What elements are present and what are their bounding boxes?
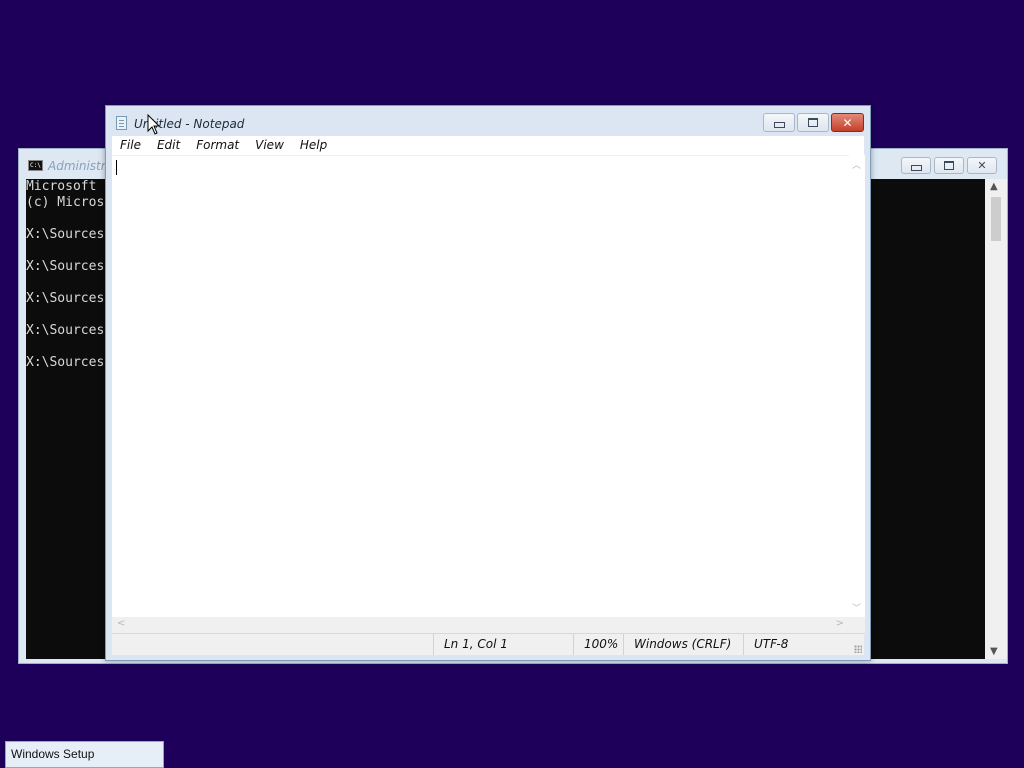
scroll-left-icon[interactable]: < — [117, 618, 125, 629]
scrollbar-corner — [849, 617, 865, 633]
status-line-ending: Windows (CRLF) — [623, 634, 743, 655]
scroll-up-icon[interactable]: ▲ — [990, 181, 998, 192]
status-encoding: UTF-8 — [743, 634, 853, 655]
restore-icon — [808, 118, 818, 127]
menu-file[interactable]: File — [112, 136, 149, 155]
cmd-minimize-button[interactable] — [901, 157, 931, 174]
menu-edit[interactable]: Edit — [149, 136, 188, 155]
close-icon: ✕ — [977, 159, 987, 172]
notepad-horizontal-scrollbar[interactable]: < > — [112, 617, 849, 633]
cmd-icon: C:\ — [28, 160, 43, 171]
cmd-vertical-scrollbar[interactable]: ▲ ▼ — [985, 179, 1007, 659]
cmd-title: Administra — [48, 159, 114, 173]
notepad-minimize-button[interactable] — [763, 113, 795, 132]
cmd-maximize-button[interactable] — [934, 157, 964, 174]
restore-icon — [944, 161, 954, 170]
notepad-vertical-scrollbar[interactable]: ︿ ﹀ — [849, 155, 865, 617]
cmd-window-controls: ✕ — [901, 157, 997, 175]
status-cursor-position: Ln 1, Col 1 — [433, 634, 573, 655]
notepad-window[interactable]: Untitled - Notepad ✕ File Edit Format Vi… — [105, 105, 871, 661]
mouse-pointer-icon — [147, 114, 161, 135]
taskbar-windows-setup-button[interactable]: Windows Setup — [5, 741, 164, 768]
cmd-scroll-thumb[interactable] — [991, 197, 1001, 241]
menu-help[interactable]: Help — [292, 136, 335, 155]
notepad-maximize-button[interactable] — [797, 113, 829, 132]
minimize-icon — [910, 165, 922, 171]
status-zoom: 100% — [573, 634, 623, 655]
minimize-icon — [773, 122, 785, 128]
scroll-down-icon[interactable]: ﹀ — [852, 601, 861, 614]
notepad-icon — [116, 116, 127, 130]
text-caret — [116, 160, 117, 175]
menu-view[interactable]: View — [247, 136, 292, 155]
scroll-up-icon[interactable]: ︿ — [852, 158, 861, 171]
scroll-right-icon[interactable]: > — [836, 618, 844, 629]
notepad-titlebar[interactable]: Untitled - Notepad ✕ — [106, 106, 870, 136]
resize-grip-icon[interactable] — [854, 645, 862, 653]
cmd-close-button[interactable]: ✕ — [967, 157, 997, 174]
notepad-menubar: File Edit Format View Help — [112, 136, 864, 155]
notepad-text-area[interactable] — [112, 155, 849, 617]
desktop: C:\ Administra ✕ Microsoft (c) Micros X:\S… — [0, 0, 1024, 768]
scroll-down-icon[interactable]: ▼ — [990, 646, 998, 657]
notepad-close-button[interactable]: ✕ — [831, 113, 864, 132]
notepad-status-bar: Ln 1, Col 1 100% Windows (CRLF) UTF-8 — [112, 633, 864, 655]
close-icon: ✕ — [842, 115, 853, 130]
menu-format[interactable]: Format — [188, 136, 247, 155]
notepad-window-controls: ✕ — [763, 113, 864, 132]
